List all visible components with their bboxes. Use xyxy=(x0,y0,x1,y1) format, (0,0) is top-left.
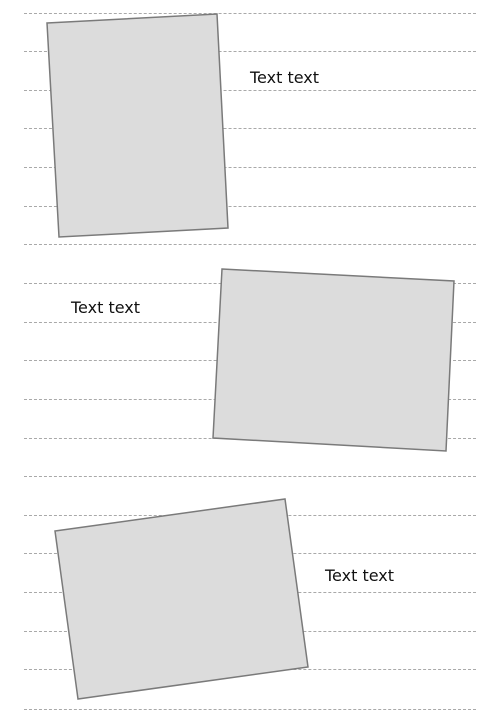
image-placeholder-card-3 xyxy=(54,498,309,700)
card-caption-3: Text text xyxy=(325,566,395,585)
ruled-page: Text text Text text Text text xyxy=(0,0,500,722)
image-placeholder-card-1 xyxy=(46,13,229,238)
card-layer xyxy=(46,13,455,700)
card-caption-2: Text text xyxy=(71,298,141,317)
card-caption-1: Text text xyxy=(250,68,320,87)
image-placeholder-card-2 xyxy=(212,268,455,452)
